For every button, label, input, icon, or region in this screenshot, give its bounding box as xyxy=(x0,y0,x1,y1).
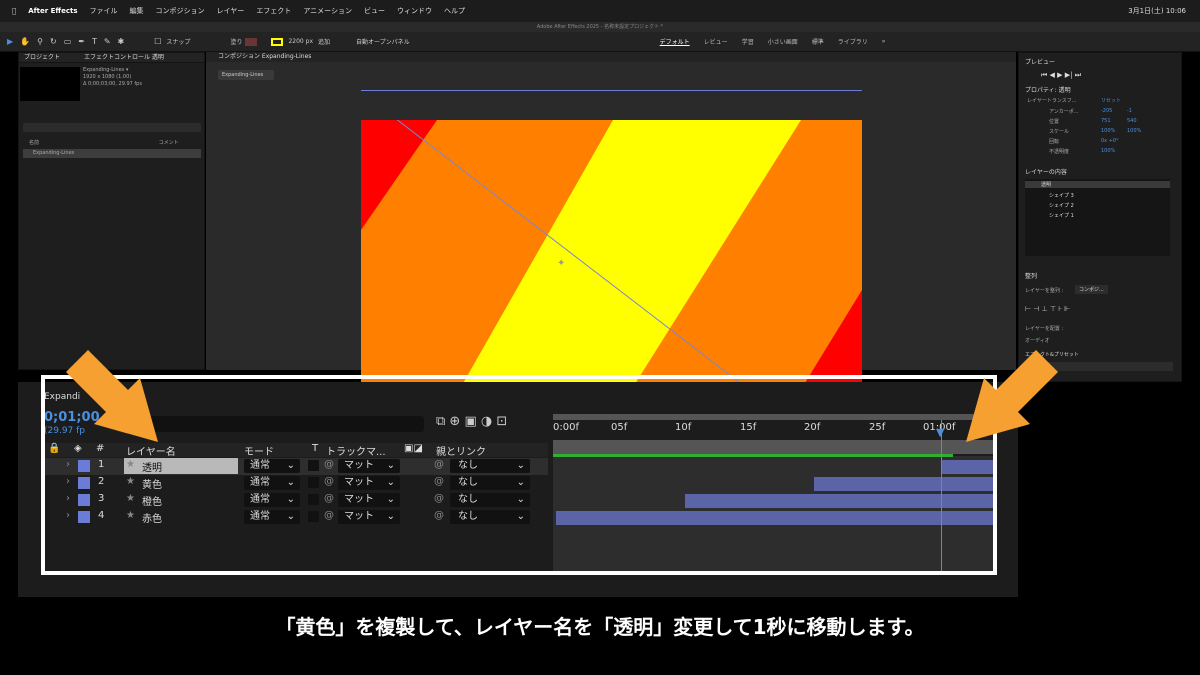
scale-label: スケール xyxy=(1049,129,1070,135)
contents-list: 透明 シェイプ 3 シェイプ 2 シェイプ 1 xyxy=(1025,179,1170,256)
tab-effect-controls[interactable]: エフェクトコントロール 透明 xyxy=(84,54,164,61)
comp-info-name[interactable]: Expanding-Lines ▾ xyxy=(83,67,142,74)
menu-effect[interactable]: エフェクト xyxy=(256,6,291,16)
selection-tool-icon[interactable]: ▶ xyxy=(7,37,13,46)
scale-x[interactable]: 100% xyxy=(1101,128,1115,134)
rotation-label: 回転 xyxy=(1049,139,1060,145)
distribute-label: レイヤーを配置 : xyxy=(1025,326,1064,332)
project-tabs: プロジェクト エフェクトコントロール 透明 xyxy=(19,53,204,63)
rotate-tool-icon[interactable]: ↻ xyxy=(50,37,57,46)
right-panels: プレビュー ⏮ ◀ ▶ ▶| ⏭ プロパティ: 透明 レイヤートランスフ... … xyxy=(1018,52,1182,382)
col-name[interactable]: 名前 xyxy=(29,140,39,146)
window-title: Adobe After Effects 2025 - 名称未設定プロジェクト * xyxy=(0,22,1200,32)
properties-title: プロパティ: 透明 xyxy=(1025,87,1071,94)
brush-tool-icon[interactable]: ✎ xyxy=(104,37,111,46)
position-label: 位置 xyxy=(1049,119,1060,125)
mac-menubar:  After Effects ファイル 編集 コンポジション レイヤー エフェ… xyxy=(0,0,1200,22)
type-tool-icon[interactable]: T xyxy=(92,37,97,46)
workspace-standard[interactable]: 標準 xyxy=(812,37,824,46)
fill-label: 塗り xyxy=(230,39,243,46)
auto-open-label[interactable]: 自動オープンパネル xyxy=(356,37,410,46)
content-item-shape2[interactable]: シェイプ 2 xyxy=(1049,202,1074,209)
workspace-default[interactable]: デフォルト xyxy=(660,37,690,46)
workspace-review[interactable]: レビュー xyxy=(704,37,728,46)
comp-thumbnail xyxy=(20,67,80,101)
workspace-learn[interactable]: 学習 xyxy=(742,37,754,46)
opacity-value[interactable]: 100% xyxy=(1101,148,1115,154)
hand-tool-icon[interactable]: ✋ xyxy=(20,37,30,46)
arrow-right-icon xyxy=(966,350,1058,442)
stroke-swatch[interactable] xyxy=(271,37,284,46)
stroke-width[interactable]: 2200 px xyxy=(288,38,313,45)
contents-title: レイヤーの内容 xyxy=(1025,169,1067,176)
align-title: 整列 xyxy=(1025,273,1038,280)
menu-edit[interactable]: 編集 xyxy=(130,6,144,16)
rectangle-tool-icon[interactable]: ▭ xyxy=(64,37,72,46)
clock[interactable]: 3月1日(土) 10:06 xyxy=(1128,6,1186,16)
audio-tab[interactable]: オーディオ xyxy=(1025,337,1050,344)
anchor-label: アンカーポ... xyxy=(1049,109,1079,115)
apple-icon[interactable]:  xyxy=(12,7,16,15)
snap-label: スナップ xyxy=(166,39,191,46)
workspace-small[interactable]: 小さい画面 xyxy=(768,37,798,46)
app-menu[interactable]: After Effects xyxy=(28,7,77,15)
menu-animation[interactable]: アニメーション xyxy=(303,6,352,16)
tools-toolbar: ▶ ✋ ⚲ ↻ ▭ ✒ T ✎ ✱ ☐ スナップ 塗り 2200 px 追加 自… xyxy=(0,32,1200,52)
composition-panel: コンポジション Expanding-Lines Expanding-Lines … xyxy=(206,52,1016,422)
comp-info-size: 1920 x 1080 (1.00) xyxy=(83,74,132,80)
rotation-value[interactable]: 0x +0° xyxy=(1101,138,1119,144)
menu-view[interactable]: ビュー xyxy=(364,6,385,16)
arrow-left-icon xyxy=(66,350,158,442)
tab-project[interactable]: プロジェクト xyxy=(24,54,60,61)
project-search-input[interactable] xyxy=(23,123,201,132)
project-item-row[interactable]: Expanding-Lines xyxy=(23,149,201,158)
position-x[interactable]: 751 xyxy=(1101,118,1111,124)
layer-transform-label: レイヤートランスフ... xyxy=(1027,98,1077,104)
zoom-tool-icon[interactable]: ⚲ xyxy=(37,37,43,46)
project-column-header: 名前 コメント xyxy=(23,139,201,147)
pen-tool-icon[interactable]: ✒ xyxy=(78,37,85,46)
comp-info: Expanding-Lines ▾ 1920 x 1080 (1.00) Δ 0… xyxy=(83,67,142,88)
screen:  After Effects ファイル 編集 コンポジション レイヤー エフェ… xyxy=(0,0,1200,675)
add-label[interactable]: 追加 xyxy=(318,37,330,46)
caption-text: 「黄色」を複製して、レイヤー名を「透明」変更して1秒に移動します。 xyxy=(275,615,925,639)
anchor-y[interactable]: -1 xyxy=(1127,108,1132,114)
snap-checkbox[interactable]: ☐ xyxy=(154,37,161,46)
content-item-shape3[interactable]: シェイプ 3 xyxy=(1049,192,1074,199)
more-workspaces-icon[interactable]: » xyxy=(882,38,886,45)
comp-breadcrumb[interactable]: Expanding-Lines xyxy=(218,70,274,80)
composition-tab[interactable]: コンポジション Expanding-Lines xyxy=(206,52,1016,62)
menu-window[interactable]: ウィンドウ xyxy=(397,6,432,16)
scale-y[interactable]: 100% xyxy=(1127,128,1141,134)
anchor-point-icon[interactable]: ✦ xyxy=(557,258,565,269)
content-item-root[interactable]: 透明 xyxy=(1025,181,1170,188)
menu-composition[interactable]: コンポジション xyxy=(156,6,205,16)
menu-file[interactable]: ファイル xyxy=(90,6,118,16)
content-item-shape1[interactable]: シェイプ 1 xyxy=(1049,212,1074,219)
align-buttons[interactable]: ⊢ ⊣ ⊥ ⊤ ⊦ ⊩ xyxy=(1025,305,1070,313)
reset-link[interactable]: リセット xyxy=(1101,97,1121,104)
layer-bbox-top xyxy=(361,90,862,91)
preview-controls[interactable]: ⏮ ◀ ▶ ▶| ⏭ xyxy=(1041,71,1081,80)
opacity-label: 不透明度 xyxy=(1049,149,1070,155)
align-target-select[interactable]: コンポジ... xyxy=(1075,285,1108,294)
highlight-frame xyxy=(41,375,997,575)
comp-info-duration: Δ 0;00;03;00, 29.97 fps xyxy=(83,81,142,87)
col-comment[interactable]: コメント xyxy=(159,140,179,146)
position-y[interactable]: 540 xyxy=(1127,118,1137,124)
puppet-tool-icon[interactable]: ✱ xyxy=(118,37,125,46)
preview-title: プレビュー xyxy=(1025,59,1056,66)
align-to-label: レイヤーを整列 : xyxy=(1025,288,1064,294)
fill-swatch[interactable] xyxy=(245,37,258,46)
workspace-library[interactable]: ライブラリ xyxy=(838,37,868,46)
menu-layer[interactable]: レイヤー xyxy=(217,6,245,16)
menu-help[interactable]: ヘルプ xyxy=(444,6,465,16)
project-panel: プロジェクト エフェクトコントロール 透明 Expanding-Lines ▾ … xyxy=(18,52,205,370)
anchor-x[interactable]: -205 xyxy=(1101,108,1112,114)
